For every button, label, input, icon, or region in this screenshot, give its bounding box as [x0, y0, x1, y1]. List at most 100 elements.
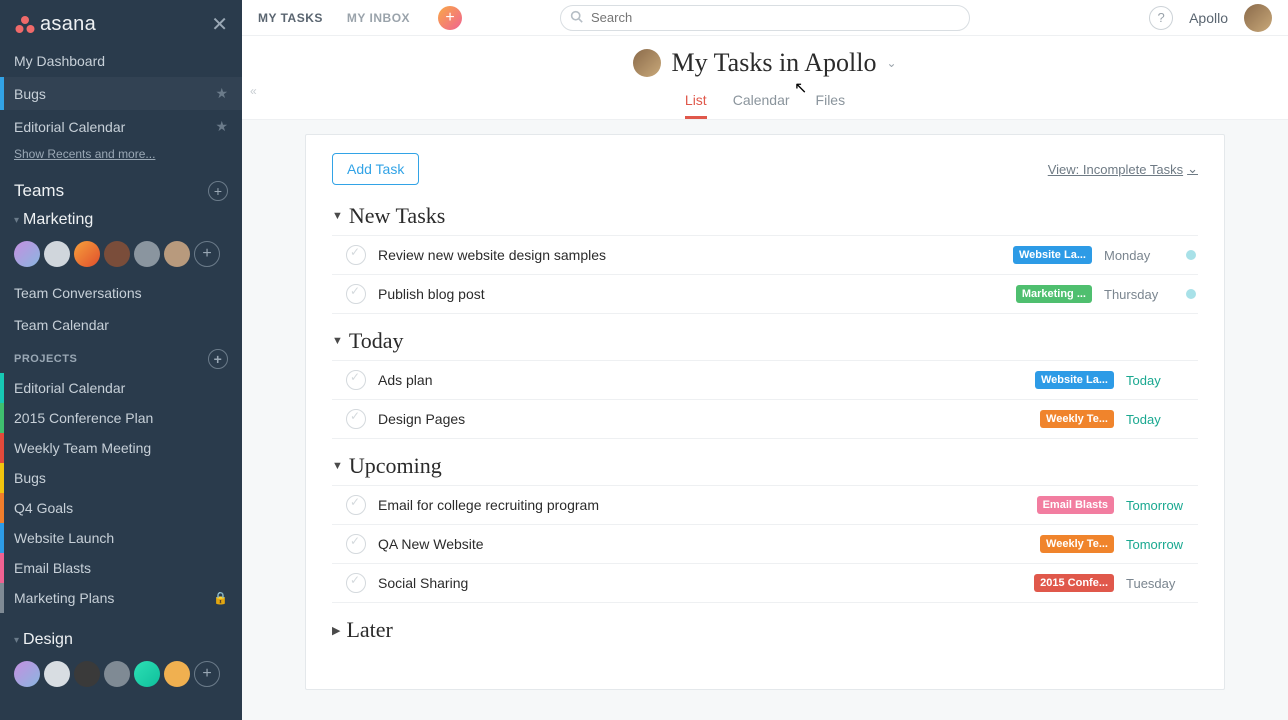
team-label: Marketing — [23, 211, 93, 229]
task-row[interactable]: Publish blog post Marketing ... Thursday — [332, 275, 1198, 314]
due-date[interactable]: Today — [1126, 373, 1196, 388]
star-icon[interactable]: ★ — [215, 118, 228, 135]
nav-fav-bugs[interactable]: Bugs ★ — [0, 77, 242, 110]
task-row[interactable]: Social Sharing 2015 Confe... Tuesday — [332, 564, 1198, 603]
caret-down-icon: ▾ — [14, 635, 19, 646]
team-design[interactable]: ▾ Design — [0, 625, 242, 655]
task-row[interactable]: Email for college recruiting program Emai… — [332, 485, 1198, 525]
title-dropdown[interactable]: ⌄ — [886, 56, 896, 70]
avatar[interactable] — [44, 241, 70, 267]
task-title[interactable]: Ads plan — [378, 372, 1023, 388]
view-tab-calendar[interactable]: Calendar — [733, 86, 790, 119]
avatar[interactable] — [74, 661, 100, 687]
due-date[interactable]: Tomorrow — [1126, 498, 1196, 513]
help-button[interactable]: ? — [1149, 6, 1173, 30]
team-marketing[interactable]: ▾ Marketing — [0, 205, 242, 235]
nav-team-conversations[interactable]: Team Conversations — [0, 277, 242, 309]
view-filter-dropdown[interactable]: View: Incomplete Tasks ⌄ — [1048, 161, 1198, 177]
project-tag[interactable]: Weekly Te... — [1040, 410, 1114, 428]
task-check[interactable] — [346, 409, 366, 429]
user-avatar[interactable] — [1244, 4, 1272, 32]
task-row[interactable]: Design Pages Weekly Te... Today — [332, 400, 1198, 439]
add-team-button[interactable]: + — [208, 181, 228, 201]
task-check[interactable] — [346, 245, 366, 265]
task-title[interactable]: QA New Website — [378, 536, 1028, 552]
project-tag[interactable]: 2015 Confe... — [1034, 574, 1114, 592]
project-item[interactable]: Marketing Plans🔒 — [0, 583, 242, 613]
task-check[interactable] — [346, 370, 366, 390]
section-new-tasks[interactable]: ▼New Tasks — [332, 203, 1198, 229]
section-later[interactable]: ▶Later — [332, 617, 1198, 643]
task-check[interactable] — [346, 534, 366, 554]
avatar[interactable] — [164, 241, 190, 267]
project-tag[interactable]: Email Blasts — [1037, 496, 1114, 514]
section-upcoming[interactable]: ▼Upcoming — [332, 453, 1198, 479]
avatar[interactable] — [44, 661, 70, 687]
avatar[interactable] — [14, 241, 40, 267]
due-date[interactable]: Monday — [1104, 248, 1174, 263]
task-title[interactable]: Email for college recruiting program — [378, 497, 1025, 513]
task-title[interactable]: Social Sharing — [378, 575, 1022, 591]
project-tag[interactable]: Website La... — [1013, 246, 1092, 264]
task-title[interactable]: Review new website design samples — [378, 247, 1001, 263]
avatar[interactable] — [74, 241, 100, 267]
project-item[interactable]: Email Blasts — [0, 553, 242, 583]
add-member-button[interactable]: + — [194, 661, 220, 687]
avatar[interactable] — [134, 241, 160, 267]
task-title[interactable]: Design Pages — [378, 411, 1028, 427]
project-tag[interactable]: Website La... — [1035, 371, 1114, 389]
nav-show-recents[interactable]: Show Recents and more... — [0, 143, 242, 171]
add-project-button[interactable]: + — [208, 349, 228, 369]
task-card: Add Task View: Incomplete Tasks ⌄ ▼New T… — [305, 134, 1225, 690]
avatar[interactable] — [14, 661, 40, 687]
task-check[interactable] — [346, 495, 366, 515]
task-row[interactable]: QA New Website Weekly Te... Tomorrow — [332, 525, 1198, 564]
avatar[interactable] — [164, 661, 190, 687]
star-icon[interactable]: ★ — [215, 85, 228, 102]
add-member-button[interactable]: + — [194, 241, 220, 267]
nav-fav-editorial[interactable]: Editorial Calendar ★ — [0, 110, 242, 143]
view-tab-files[interactable]: Files — [816, 86, 846, 119]
view-tab-list[interactable]: List — [685, 86, 707, 119]
user-menu[interactable]: Apollo — [1189, 10, 1228, 26]
nav-my-dashboard[interactable]: My Dashboard — [0, 45, 242, 77]
global-add-button[interactable]: + — [438, 6, 462, 30]
avatar[interactable] — [104, 661, 130, 687]
nav-fav-label: Bugs — [14, 86, 46, 102]
task-title[interactable]: Publish blog post — [378, 286, 1004, 302]
triangle-down-icon: ▼ — [332, 210, 343, 222]
project-item[interactable]: Q4 Goals — [0, 493, 242, 523]
project-item[interactable]: Editorial Calendar — [0, 373, 242, 403]
close-icon[interactable]: ✕ — [211, 12, 228, 37]
task-row[interactable]: Review new website design samples Website… — [332, 235, 1198, 275]
avatar[interactable] — [134, 661, 160, 687]
due-date[interactable]: Thursday — [1104, 287, 1174, 302]
teams-header: Teams — [14, 181, 64, 201]
project-item[interactable]: 2015 Conference Plan — [0, 403, 242, 433]
search-input[interactable] — [560, 5, 970, 31]
add-task-button[interactable]: Add Task — [332, 153, 419, 185]
expand-handle-icon[interactable]: « — [250, 84, 257, 98]
project-label: Bugs — [14, 470, 46, 486]
section-today[interactable]: ▼Today — [332, 328, 1198, 354]
due-date[interactable]: Tuesday — [1126, 576, 1196, 591]
avatar[interactable] — [104, 241, 130, 267]
tab-my-tasks[interactable]: MY TASKS — [258, 11, 323, 25]
project-tag[interactable]: Weekly Te... — [1040, 535, 1114, 553]
task-check[interactable] — [346, 284, 366, 304]
project-item[interactable]: Weekly Team Meeting — [0, 433, 242, 463]
project-item[interactable]: Website Launch — [0, 523, 242, 553]
logo[interactable]: asana — [14, 13, 96, 36]
due-date[interactable]: Today — [1126, 412, 1196, 427]
task-row[interactable]: Ads plan Website La... Today — [332, 360, 1198, 400]
tab-my-inbox[interactable]: MY INBOX — [347, 11, 410, 25]
due-date[interactable]: Tomorrow — [1126, 537, 1196, 552]
view-filter-label: View: Incomplete Tasks — [1048, 162, 1183, 177]
title-avatar — [633, 49, 661, 77]
project-item[interactable]: Bugs — [0, 463, 242, 493]
task-check[interactable] — [346, 573, 366, 593]
logo-icon — [14, 15, 36, 35]
nav-team-calendar[interactable]: Team Calendar — [0, 309, 242, 341]
project-label: Editorial Calendar — [14, 380, 125, 396]
project-tag[interactable]: Marketing ... — [1016, 285, 1092, 303]
